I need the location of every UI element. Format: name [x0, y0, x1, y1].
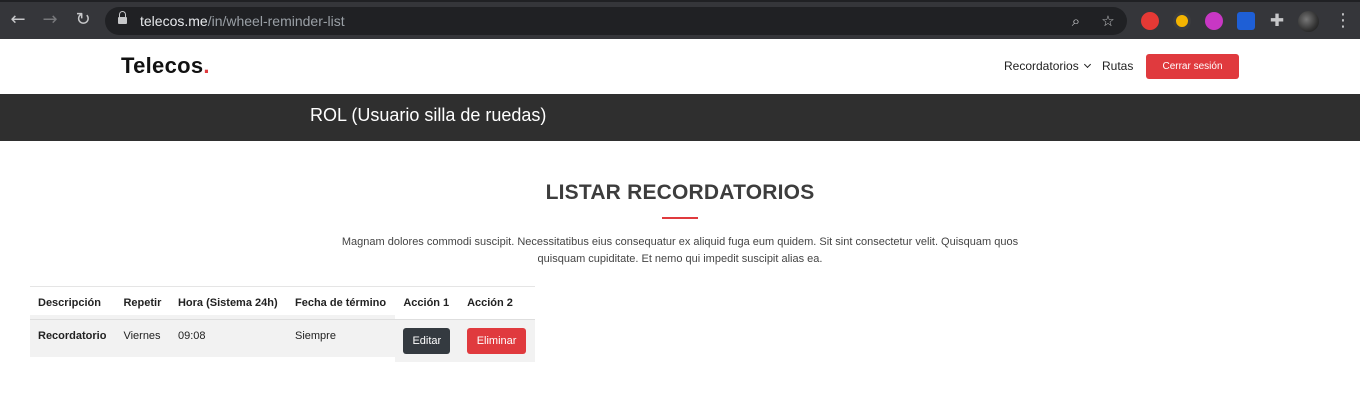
url-host: telecos.me	[140, 13, 208, 29]
puzzle-icon[interactable]: ✚	[1267, 11, 1287, 31]
lock-icon[interactable]	[118, 11, 127, 26]
address-bar[interactable]: telecos.me/in/wheel-reminder-list ⌕ ☆	[105, 7, 1127, 35]
back-arrow-icon[interactable]: ←	[6, 8, 30, 32]
site-header: Telecos. Recordatorios Rutas Cerrar sesi…	[0, 39, 1360, 94]
profile-avatar[interactable]	[1298, 11, 1319, 32]
role-banner: ROL (Usuario silla de ruedas)	[0, 94, 1360, 141]
zoom-icon[interactable]: ⌕	[1066, 11, 1086, 31]
cell-accion-1: Editar	[395, 320, 459, 362]
nav-recordatorios-label: Recordatorios	[1004, 59, 1079, 73]
cell-descripcion: Recordatorio	[38, 329, 107, 342]
cell-accion-2: Eliminar	[459, 320, 535, 362]
address-url[interactable]: telecos.me/in/wheel-reminder-list	[140, 13, 345, 29]
section-description: Magnam dolores commodi suscipit. Necessi…	[341, 236, 1019, 265]
header-accion-2: Acción 2	[467, 297, 513, 309]
role-title: ROL (Usuario silla de ruedas)	[310, 105, 547, 125]
cell-fecha: Siempre	[295, 329, 336, 342]
site-logo[interactable]: Telecos.	[121, 53, 210, 79]
logout-button[interactable]: Cerrar sesión	[1146, 54, 1239, 79]
extension-shield-icon[interactable]	[1237, 12, 1255, 30]
extension-purple-icon[interactable]	[1205, 12, 1223, 30]
delete-button[interactable]: Eliminar	[467, 327, 527, 354]
table-row: Recordatorio Viernes 09:08 Siempre Edita…	[30, 319, 535, 362]
star-icon[interactable]: ☆	[1098, 11, 1118, 31]
page-title: LISTAR RECORDATORIOS	[545, 181, 815, 204]
header-accion-1: Acción 1	[403, 297, 450, 309]
chevron-down-icon	[1083, 60, 1091, 69]
reminders-table: Descripción Repetir Hora (Sistema 24h) F…	[30, 286, 535, 362]
forward-arrow-icon[interactable]: →	[38, 8, 62, 32]
cell-repetir: Viernes	[123, 329, 161, 342]
extension-eyes-icon[interactable]	[1173, 12, 1191, 30]
edit-button[interactable]: Editar	[403, 327, 451, 354]
reload-icon[interactable]: ↻	[71, 8, 95, 32]
logo-text: Telecos	[121, 53, 204, 78]
url-path: /in/wheel-reminder-list	[207, 13, 345, 29]
nav-recordatorios-dropdown[interactable]: Recordatorios	[1004, 59, 1091, 73]
kebab-menu-icon[interactable]: ⋮	[1334, 10, 1352, 32]
extension-stop-icon[interactable]	[1141, 12, 1159, 30]
reminders-table-container: Descripción Repetir Hora (Sistema 24h) F…	[30, 286, 535, 362]
title-underline	[662, 217, 698, 219]
logo-dot: .	[203, 53, 210, 78]
browser-toolbar: ← → ↻ telecos.me/in/wheel-reminder-list …	[0, 0, 1360, 39]
nav-rutas-link[interactable]: Rutas	[1102, 59, 1133, 73]
cell-hora: 09:08	[177, 329, 206, 342]
